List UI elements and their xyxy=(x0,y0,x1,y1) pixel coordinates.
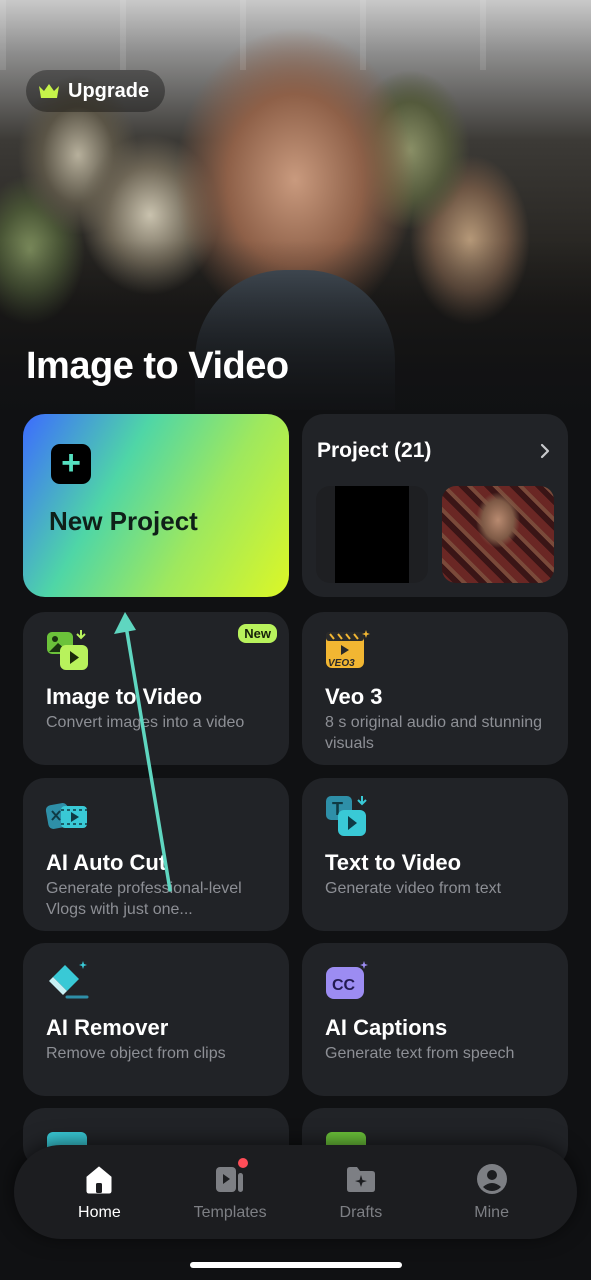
upgrade-label: Upgrade xyxy=(68,79,150,102)
projects-card[interactable]: Project (21) xyxy=(302,414,568,597)
tab-templates[interactable]: Templates xyxy=(180,1158,280,1222)
image-to-video-icon xyxy=(47,630,88,670)
new-project-label: New Project xyxy=(49,506,198,536)
tab-label: Drafts xyxy=(339,1204,383,1221)
feature-subtitle: Generate video from text xyxy=(325,880,502,897)
home-indicator xyxy=(190,1262,402,1268)
plus-icon: + xyxy=(61,443,81,482)
auto-cut-icon xyxy=(45,803,87,829)
profile-icon xyxy=(476,1164,507,1194)
feature-title: AI Auto Cut xyxy=(46,850,167,875)
plus-icon-box: + xyxy=(51,444,91,484)
new-badge: New xyxy=(238,624,277,643)
feature-title: AI Remover xyxy=(46,1015,169,1040)
feature-title: Image to Video xyxy=(46,684,203,709)
feature-subtitle: Generate professional-level Vlogs with j… xyxy=(46,880,242,918)
hero-title: Image to Video xyxy=(26,345,289,387)
feature-card-image-to-video[interactable]: New Image to Video Convert images into a… xyxy=(23,612,289,765)
hero-image-subject xyxy=(195,270,395,410)
feature-card-ai-remover[interactable]: AI Remover Remove object from clips xyxy=(23,943,289,1096)
project-thumbnail[interactable] xyxy=(442,486,554,583)
eraser-icon xyxy=(49,961,89,999)
upgrade-button[interactable]: Upgrade xyxy=(26,70,166,112)
feature-title: Veo 3 xyxy=(325,684,383,709)
projects-title: Project (21) xyxy=(317,439,432,462)
bottom-tab-bar: Home Templates Drafts Mine xyxy=(14,1145,577,1239)
tab-drafts[interactable]: Drafts xyxy=(311,1162,411,1222)
text-to-video-icon: T xyxy=(326,796,367,836)
captions-icon: CC xyxy=(326,961,368,999)
feature-subtitle: Convert images into a video xyxy=(46,714,245,731)
drafts-icon xyxy=(346,1167,375,1192)
tab-home[interactable]: Home xyxy=(49,1162,149,1222)
feature-subtitle: 8 s original audio and stunning visuals xyxy=(325,714,543,752)
feature-title: Text to Video xyxy=(325,850,462,875)
tab-mine[interactable]: Mine xyxy=(442,1162,542,1222)
home-icon xyxy=(86,1166,112,1194)
feature-card-ai-auto-cut[interactable]: AI Auto Cut Generate professional-level … xyxy=(23,778,289,931)
svg-text:VEO3: VEO3 xyxy=(328,658,355,669)
project-thumbnail[interactable] xyxy=(316,486,428,583)
tab-label: Mine xyxy=(474,1204,509,1221)
feature-card-text-to-video[interactable]: T Text to Video Generate video from text xyxy=(302,778,568,931)
veo3-icon: VEO3 xyxy=(326,630,370,669)
tab-label: Home xyxy=(78,1204,121,1221)
tab-label: Templates xyxy=(193,1204,267,1221)
feature-subtitle: Remove object from clips xyxy=(46,1045,226,1062)
chevron-right-icon[interactable] xyxy=(538,442,552,460)
feature-card-veo3[interactable]: VEO3 Veo 3 8 s original audio and stunni… xyxy=(302,612,568,765)
feature-title: AI Captions xyxy=(325,1015,448,1040)
crown-icon xyxy=(39,84,59,98)
svg-text:CC: CC xyxy=(332,977,356,994)
feature-subtitle: Generate text from speech xyxy=(325,1045,515,1062)
feature-card-ai-captions[interactable]: CC AI Captions Generate text from speech xyxy=(302,943,568,1096)
new-project-button[interactable]: + New Project xyxy=(23,414,289,597)
